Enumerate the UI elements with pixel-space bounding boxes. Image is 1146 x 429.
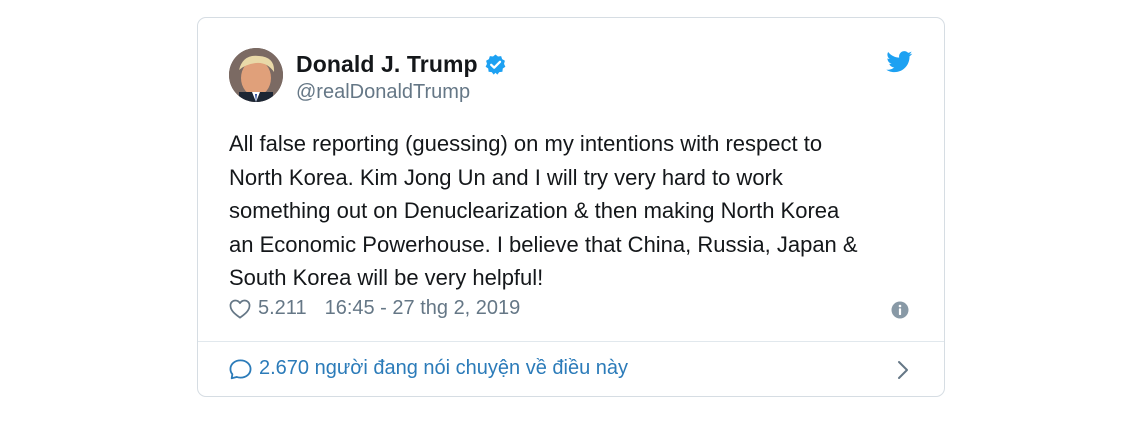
divider bbox=[198, 341, 944, 342]
conversation-link[interactable]: 2.670 người đang nói chuyện về điều này bbox=[229, 357, 628, 380]
info-icon[interactable] bbox=[891, 301, 909, 319]
speech-bubble-icon bbox=[229, 358, 252, 380]
user-handle[interactable]: @realDonaldTrump bbox=[296, 81, 470, 104]
verified-badge-icon bbox=[484, 53, 507, 76]
tweet-meta: 5.211 16:45 - 27 thg 2, 2019 bbox=[229, 297, 520, 320]
heart-icon[interactable] bbox=[229, 299, 251, 319]
avatar[interactable] bbox=[229, 48, 283, 102]
tweet-timestamp[interactable]: 16:45 - 27 thg 2, 2019 bbox=[325, 297, 521, 320]
chevron-right-icon[interactable] bbox=[896, 360, 910, 380]
conversation-label: 2.670 người đang nói chuyện về điều này bbox=[259, 357, 628, 379]
display-name[interactable]: Donald J. Trump bbox=[296, 51, 478, 78]
tweet-text: All false reporting (guessing) on my int… bbox=[229, 131, 858, 290]
tweet-embed-card: Donald J. Trump @realDonaldTrump All fal… bbox=[197, 17, 945, 397]
author-name-row: Donald J. Trump bbox=[296, 51, 507, 78]
like-count[interactable]: 5.211 bbox=[258, 297, 307, 320]
twitter-bird-icon[interactable] bbox=[886, 51, 913, 73]
